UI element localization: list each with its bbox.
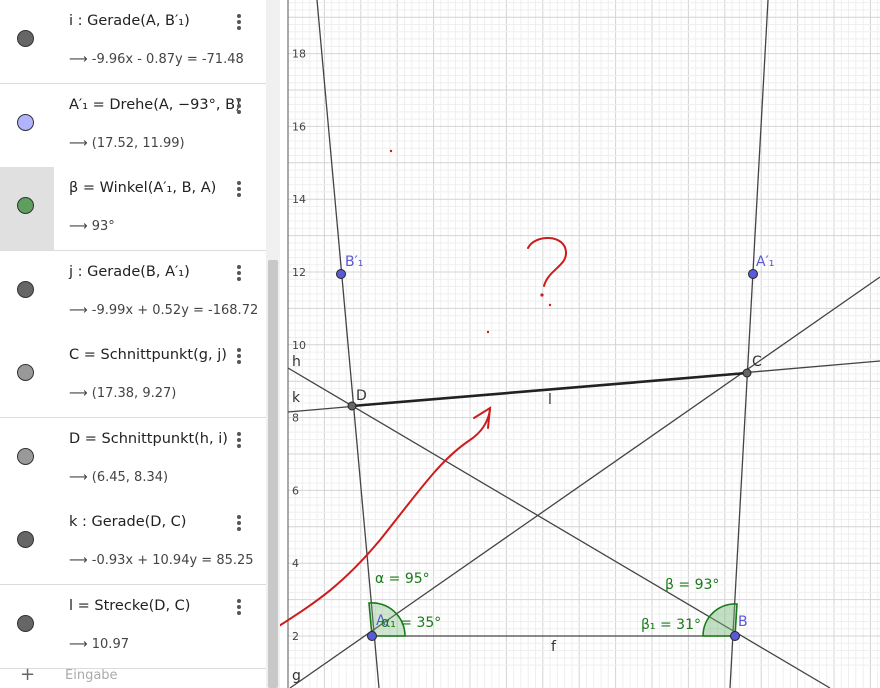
label-b: B [738, 614, 748, 630]
scrollbar-thumb[interactable] [268, 260, 278, 688]
point-d[interactable] [347, 401, 357, 411]
visibility-marble-icon[interactable] [17, 448, 34, 465]
value-text: ⟶ -9.99x + 0.52y = -168.72 [69, 303, 259, 318]
marble-cell [0, 0, 54, 83]
row-c[interactable]: C = Schnittpunkt(g, j) ⟶ (17.38, 9.27) [0, 334, 266, 418]
label-d: D [356, 388, 367, 404]
definition-text[interactable]: C = Schnittpunkt(g, j) [69, 347, 227, 363]
row-a1prime[interactable]: A′₁ = Drehe(A, −93°, B) ⟶ (17.52, 11.99) [0, 84, 266, 168]
more-options-icon[interactable] [236, 599, 242, 617]
label-angle-beta1: β₁ = 31° [641, 617, 701, 633]
y-tick-label: 14 [292, 193, 306, 206]
point-a[interactable] [367, 631, 377, 641]
point-a1-prime[interactable] [748, 269, 758, 279]
point-c[interactable] [742, 368, 752, 378]
value-text: ⟶ (6.45, 8.34) [69, 470, 169, 485]
y-tick-label: 18 [292, 48, 306, 61]
value-text: ⟶ (17.52, 11.99) [69, 136, 185, 151]
definition-text[interactable]: i : Gerade(A, B′₁) [69, 13, 190, 29]
definition-text[interactable]: j : Gerade(B, A′₁) [69, 264, 190, 280]
marble-cell [0, 251, 54, 334]
row-i[interactable]: i : Gerade(A, B′₁) ⟶ -9.96x - 0.87y = -71… [0, 0, 266, 84]
y-tick-label: 16 [292, 120, 306, 133]
label-b1-prime: B′₁ [345, 254, 363, 270]
row-j[interactable]: j : Gerade(B, A′₁) ⟶ -9.99x + 0.52y = -16… [0, 251, 266, 335]
more-options-icon[interactable] [236, 98, 242, 116]
visibility-marble-icon[interactable] [17, 281, 34, 298]
marble-cell [0, 84, 54, 167]
row-d[interactable]: D = Schnittpunkt(h, i) ⟶ (6.45, 8.34) [0, 418, 266, 502]
label-c: C [752, 354, 762, 370]
y-tick-label: 6 [292, 484, 299, 497]
value-text: ⟶ (17.38, 9.27) [69, 386, 177, 401]
point-b1-prime[interactable] [336, 269, 346, 279]
ink-dot [548, 303, 552, 307]
more-options-icon[interactable] [236, 14, 242, 32]
point-b[interactable] [730, 631, 740, 641]
definition-text[interactable]: β = Winkel(A′₁, B, A) [69, 180, 216, 196]
ink-dot [486, 330, 490, 334]
algebra-view: i : Gerade(A, B′₁) ⟶ -9.96x - 0.87y = -71… [0, 0, 266, 688]
visibility-marble-icon[interactable] [17, 615, 34, 632]
label-angle-alpha: α = 95° [375, 571, 430, 587]
label-angle-beta: β = 93° [665, 577, 719, 593]
definition-text[interactable]: D = Schnittpunkt(h, i) [69, 431, 228, 447]
value-text: ⟶ -9.96x - 0.87y = -71.48 [69, 52, 244, 67]
more-options-icon[interactable] [236, 181, 242, 199]
label-segment-l: l [548, 392, 552, 408]
marble-cell [0, 334, 54, 417]
label-line-k: k [292, 390, 301, 406]
row-l[interactable]: l = Strecke(D, C) ⟶ 10.97 [0, 585, 266, 669]
y-tick-label: 4 [292, 557, 299, 570]
label-line-g: g [292, 668, 301, 684]
input-placeholder: Eingabe [65, 668, 118, 683]
visibility-marble-icon[interactable] [17, 531, 34, 548]
y-tick-label: 8 [292, 412, 299, 425]
value-text: ⟶ 93° [69, 219, 115, 234]
label-a1-prime: A′₁ [756, 254, 774, 270]
value-text: ⟶ 10.97 [69, 637, 129, 652]
value-text: ⟶ -0.93x + 10.94y = 85.25 [69, 553, 254, 568]
definition-text[interactable]: A′₁ = Drehe(A, −93°, B) [69, 97, 241, 113]
y-tick-label: 12 [292, 266, 306, 279]
y-tick-label: 10 [292, 339, 306, 352]
label-line-h: h [292, 354, 301, 370]
marble-cell [0, 501, 54, 584]
input-bar[interactable]: + Eingabe [0, 664, 266, 688]
marble-cell [0, 585, 54, 668]
ink-dot [389, 149, 393, 153]
more-options-icon[interactable] [236, 515, 242, 533]
row-k[interactable]: k : Gerade(D, C) ⟶ -0.93x + 10.94y = 85.2… [0, 501, 266, 585]
visibility-marble-icon[interactable] [17, 30, 34, 47]
y-tick-label: 2 [292, 630, 299, 643]
more-options-icon[interactable] [236, 432, 242, 450]
add-plus-icon[interactable]: + [20, 664, 35, 685]
label-angle-alpha1: α₁ = 35° [381, 615, 441, 631]
row-beta[interactable]: β = Winkel(A′₁, B, A) ⟶ 93° [0, 167, 266, 251]
marble-cell [0, 418, 54, 501]
visibility-marble-icon[interactable] [17, 364, 34, 381]
definition-text[interactable]: l = Strecke(D, C) [69, 598, 190, 614]
marble-cell [0, 167, 54, 250]
more-options-icon[interactable] [236, 265, 242, 283]
graphics-view[interactable]: 18161412108642 A B C D A′₁ B′₁ h k g l f… [280, 0, 880, 688]
definition-text[interactable]: k : Gerade(D, C) [69, 514, 186, 530]
question-mark-dot [540, 293, 544, 297]
more-options-icon[interactable] [236, 348, 242, 366]
visibility-marble-icon[interactable] [17, 114, 34, 131]
visibility-marble-icon[interactable] [17, 197, 34, 214]
